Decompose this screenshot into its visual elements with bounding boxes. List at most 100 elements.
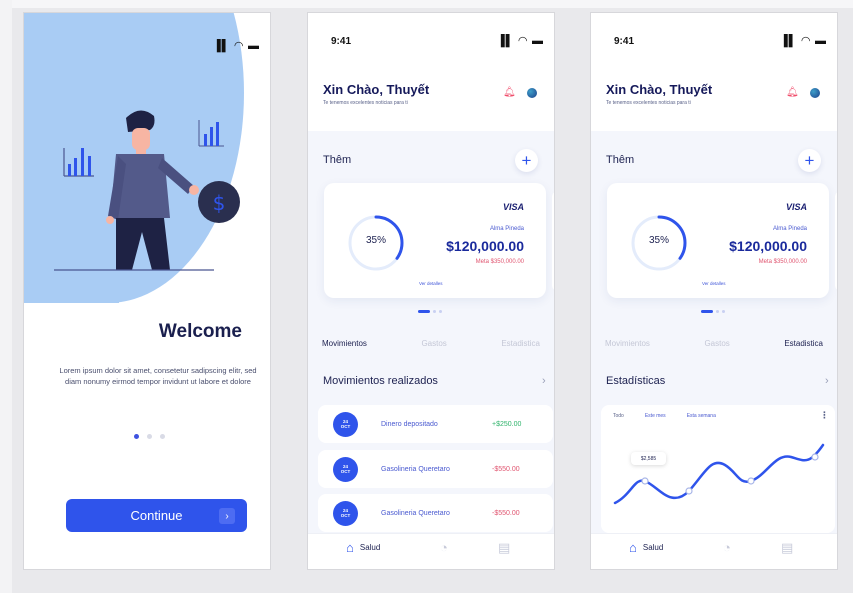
section-tabs: Movimientos Gastos Estadistica xyxy=(591,339,837,348)
greeting-title: Xin Chào, Thuyết xyxy=(323,82,430,97)
card-holder: Alma Pineda xyxy=(772,226,807,232)
nav-home-label: Salud xyxy=(359,543,381,552)
balance-card[interactable]: 35% VISA Alma Pineda $120,000.00 Meta $3… xyxy=(324,183,546,298)
piggy-bank-icon[interactable]: ◔ xyxy=(723,540,731,555)
pager-dot[interactable] xyxy=(716,310,719,313)
progress-label: 35% xyxy=(648,235,669,246)
transaction-row[interactable]: 24 OCT Gasolineria Queretaro -$550.00 xyxy=(318,494,553,532)
chevron-right-icon[interactable]: › xyxy=(825,375,829,387)
next-card-peek[interactable] xyxy=(552,191,554,291)
bell-icon[interactable]: 🔔︎ xyxy=(503,88,516,98)
tab-gastos[interactable]: Gastos xyxy=(421,339,446,348)
globe-avatar-icon[interactable] xyxy=(527,88,537,98)
tab-movimientos[interactable]: Movimientos xyxy=(605,339,650,348)
section-title: Thêm xyxy=(323,154,352,166)
progress-label: 35% xyxy=(365,235,386,246)
tab-estadistica[interactable]: Estadistica xyxy=(501,339,540,348)
chart-point xyxy=(747,477,755,485)
next-card-peek[interactable] xyxy=(835,191,837,291)
date-month: OCT xyxy=(340,513,351,518)
balance-card[interactable]: 35% VISA Alma Pineda $120,000.00 Meta $3… xyxy=(607,183,829,298)
transaction-amount: +$250.00 xyxy=(492,420,522,428)
card-pager xyxy=(701,310,725,313)
page-dot-1[interactable] xyxy=(134,434,139,439)
bottom-navigation: ⌂ Salud ◔ ▤ xyxy=(308,533,554,569)
chevron-right-icon[interactable]: › xyxy=(542,375,546,387)
visa-logo: VISA xyxy=(502,202,524,212)
piggy-bank-icon[interactable]: ◔ xyxy=(440,540,448,555)
pager-active[interactable] xyxy=(418,310,430,313)
details-link[interactable]: Ver detalles xyxy=(419,281,443,286)
card-balance: $120,000.00 xyxy=(446,238,524,254)
welcome-title: Welcome xyxy=(158,321,242,342)
welcome-illustration: $ xyxy=(54,110,240,271)
bar-chart-icon xyxy=(63,148,94,177)
status-bar-icons: ▐▌ ◠ ▬ xyxy=(496,35,544,47)
home-screen: 9:41 ▐▌ ◠ ▬ Xin Chào, Thuyết Te tenemos … xyxy=(308,13,554,569)
card-goal: Meta $350,000.00 xyxy=(475,259,524,265)
continue-label: Continue xyxy=(130,508,183,523)
date-month: OCT xyxy=(340,469,351,474)
canvas-strip xyxy=(0,0,853,8)
add-button[interactable]: + xyxy=(798,149,821,172)
transaction-amount: -$550.00 xyxy=(492,465,520,473)
transaction-row[interactable]: 24 OCT Gasolineria Queretaro -$550.00 xyxy=(318,450,553,488)
document-icon[interactable]: ▤ xyxy=(498,540,510,556)
transaction-label: Gasolineria Queretaro xyxy=(381,465,450,473)
page-indicator xyxy=(134,434,165,439)
chart-line xyxy=(613,443,825,505)
home-icon: ⌂ xyxy=(346,540,354,555)
status-bar-icons: ▐▌ ◠ ▬ xyxy=(779,35,827,47)
nav-home[interactable]: ⌂ Salud xyxy=(346,540,380,555)
onboarding-screen: ▐▌ ◠ ▬ $ Welcome Lorem ipsum dolor sit a… xyxy=(24,13,270,569)
tab-movimientos[interactable]: Movimientos xyxy=(322,339,367,348)
pager-dot[interactable] xyxy=(439,310,442,313)
page-dot-2[interactable] xyxy=(147,434,152,439)
statistics-chart-panel: Todo Este mes Esta semana ⋮ $2,585 xyxy=(601,405,835,533)
statistics-screen: 9:41 ▐▌ ◠ ▬ Xin Chào, Thuyết Te tenemos … xyxy=(591,13,837,569)
small-chart-icon xyxy=(198,120,224,147)
card-holder: Alma Pineda xyxy=(489,226,524,232)
add-button[interactable]: + xyxy=(515,149,538,172)
card-balance: $120,000.00 xyxy=(729,238,807,254)
continue-button[interactable]: Continue › xyxy=(66,499,247,532)
date-badge: 24 OCT xyxy=(333,456,358,482)
tab-estadistica[interactable]: Estadistica xyxy=(784,339,823,348)
status-time: 9:41 xyxy=(331,36,352,47)
visa-logo: VISA xyxy=(785,202,807,212)
greeting-subtitle: Te tenemos excelentes noticias para ti xyxy=(323,100,408,106)
chart-point xyxy=(811,453,819,461)
chevron-right-icon: › xyxy=(219,508,235,524)
details-link[interactable]: Ver detalles xyxy=(702,281,726,286)
pager-dot[interactable] xyxy=(722,310,725,313)
nav-home-label: Salud xyxy=(642,543,664,552)
home-icon: ⌂ xyxy=(629,540,637,555)
person-figure xyxy=(54,110,214,271)
svg-text:$: $ xyxy=(213,191,226,215)
status-time: 9:41 xyxy=(614,36,635,47)
status-bar-icons: ▐▌ ◠ ▬ xyxy=(212,40,260,52)
greeting-title: Xin Chào, Thuyết xyxy=(606,82,713,97)
tab-gastos[interactable]: Gastos xyxy=(704,339,729,348)
list-title: Estadísticas xyxy=(606,375,666,387)
globe-avatar-icon[interactable] xyxy=(810,88,820,98)
date-month: OCT xyxy=(340,424,351,429)
document-icon[interactable]: ▤ xyxy=(781,540,793,556)
welcome-description: Lorem ipsum dolor sit amet, consetetur s… xyxy=(59,366,257,386)
section-tabs: Movimientos Gastos Estadistica xyxy=(308,339,554,348)
bottom-navigation: ⌂ Salud ◔ ▤ xyxy=(591,533,837,569)
page-dot-3[interactable] xyxy=(160,434,165,439)
list-title: Movimientos realizados xyxy=(323,375,438,387)
dollar-coin-icon: $ xyxy=(198,181,240,223)
card-goal: Meta $350,000.00 xyxy=(758,259,807,265)
nav-home[interactable]: ⌂ Salud xyxy=(629,540,663,555)
pager-dot[interactable] xyxy=(433,310,436,313)
pager-active[interactable] xyxy=(701,310,713,313)
chart-point xyxy=(641,477,649,485)
transaction-row[interactable]: 24 OCT Dinero depositado +$250.00 xyxy=(318,405,553,443)
transaction-label: Gasolineria Queretaro xyxy=(381,509,450,517)
transaction-amount: -$550.00 xyxy=(492,509,520,517)
section-title: Thêm xyxy=(606,154,635,166)
bell-icon[interactable]: 🔔︎ xyxy=(786,88,799,98)
date-badge: 24 OCT xyxy=(333,500,358,526)
